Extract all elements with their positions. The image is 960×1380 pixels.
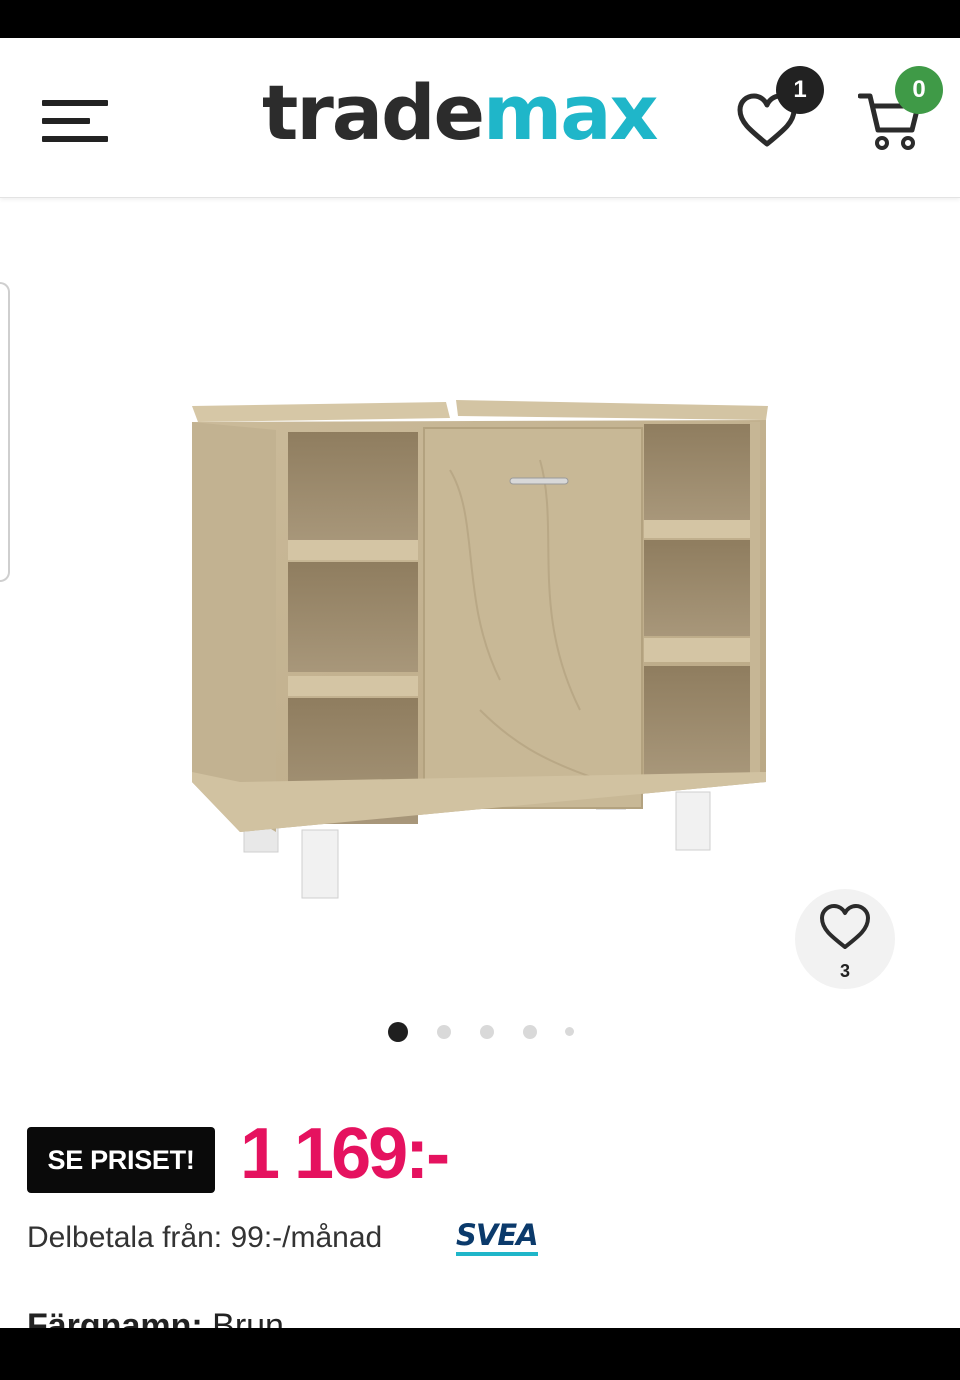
carousel-dot-5[interactable]	[565, 1027, 574, 1036]
favorites-count: 3	[839, 961, 850, 981]
see-price-badge[interactable]: SE PRISET!	[27, 1127, 215, 1193]
carousel-dot-4[interactable]	[523, 1025, 537, 1039]
carousel-dots	[384, 1018, 584, 1044]
wishlist-count-badge: 1	[776, 66, 824, 114]
status-bar	[0, 0, 960, 38]
product-price: 1 169:-	[240, 1114, 450, 1194]
carousel-dot-2[interactable]	[437, 1025, 451, 1039]
logo-text-trade: trade	[262, 68, 485, 157]
navigation-bar	[0, 1328, 960, 1380]
installment-text: Delbetala från: 99:-/månad	[27, 1221, 383, 1254]
svea-logo[interactable]: SVEA	[456, 1220, 539, 1256]
hamburger-menu-icon[interactable]	[42, 98, 110, 144]
side-drawer-handle[interactable]	[0, 282, 10, 582]
carousel-dot-1[interactable]	[388, 1022, 408, 1042]
trademax-logo[interactable]: trademax	[262, 68, 659, 158]
favorite-heart-icon	[820, 904, 870, 949]
carousel-dot-3[interactable]	[480, 1025, 494, 1039]
cart-count-badge: 0	[895, 66, 943, 114]
bathroom-cabinet-image[interactable]	[180, 380, 780, 920]
logo-text-max: max	[483, 68, 658, 157]
add-to-favorites-button[interactable]: 3	[795, 889, 895, 989]
